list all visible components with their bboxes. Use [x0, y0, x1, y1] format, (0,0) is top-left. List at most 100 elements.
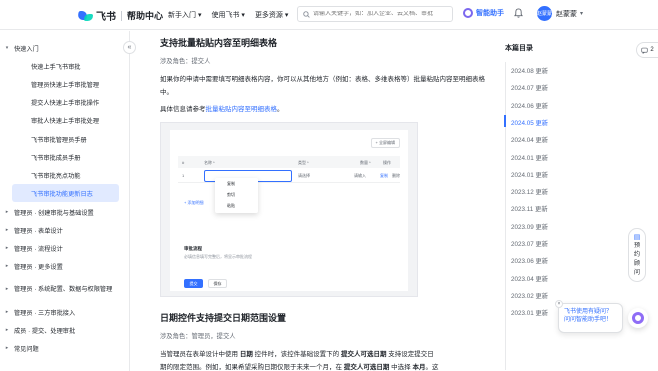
- toc-item[interactable]: 2024.04 更新: [511, 135, 548, 144]
- table-row: 1 请选择 请输入 复制 删除: [178, 169, 400, 183]
- avatar: 赵蒙蒙: [537, 6, 552, 21]
- toc-item[interactable]: 2023.06 更新: [511, 256, 548, 265]
- search-icon: [303, 10, 310, 18]
- sidebar-group[interactable]: ▸ 常见问题: [0, 339, 130, 357]
- sidebar-group[interactable]: ▸ 管理员 · 流程设计: [0, 239, 130, 257]
- top-header: 飞书 帮助中心 新手入门 ▾ 使用飞书 ▾ 更多资源 ▾ 智能助手 赵蒙蒙 赵蒙…: [0, 0, 658, 30]
- toc-item[interactable]: 2023.04 更新: [511, 274, 548, 283]
- sidebar-item[interactable]: 飞书审批管理员手册: [0, 130, 130, 148]
- comment-count-button[interactable]: 2: [636, 42, 658, 58]
- smart-assistant-button[interactable]: 智能助手: [463, 8, 504, 18]
- sidebar-group[interactable]: ▸ 成员 · 提交、处理审批: [0, 321, 130, 339]
- top-nav: 新手入门 ▾ 使用飞书 ▾ 更多资源 ▾: [168, 10, 288, 20]
- sidebar-group[interactable]: ▸ 管理员 · 表单设计: [0, 221, 130, 239]
- sidebar-group-quickstart[interactable]: ▾ 快速入门: [0, 39, 130, 57]
- sidebar-group[interactable]: ▸ 管理员 · 系统配置、数据与权限管理: [0, 277, 130, 301]
- toc-item[interactable]: 2024.06 更新: [511, 101, 548, 110]
- sidebar-item[interactable]: 飞书审批亮点功能: [0, 166, 130, 184]
- context-menu-item: 剪切: [227, 192, 235, 197]
- section-title: 支持批量粘贴内容至明细表格: [160, 38, 278, 48]
- paragraph: 如果你的申请中需要填写明细表格内容，你可以从其他地方（例如：表格、多维表格等）批…: [160, 76, 485, 96]
- table-header: # 名称 * 类型 * 数量 * 操作: [178, 156, 400, 168]
- sidebar-group-label: 管理员 · 流程设计: [14, 245, 63, 253]
- table-cell: 1: [182, 173, 185, 178]
- table-cell: 请输入: [354, 173, 366, 178]
- section-title: 日期控件支持提交日期范围设置: [160, 313, 287, 323]
- chevron-right-icon: ▸: [5, 345, 9, 351]
- user-name: 赵蒙蒙: [556, 10, 577, 18]
- sidebar-group-label: 管理员 · 三方审批接入: [14, 309, 76, 317]
- toc-item[interactable]: 2024.01 更新: [511, 170, 548, 179]
- toc-item[interactable]: 2023.11 更新: [511, 204, 548, 213]
- sidebar-group-label: 成员 · 提交、处理审批: [14, 327, 76, 335]
- toc-item[interactable]: 2023.01 更新: [511, 308, 548, 317]
- submit-button: 提交: [184, 279, 203, 288]
- clipboard-icon: ▤: [633, 234, 641, 241]
- toc-rail: [505, 62, 506, 370]
- assistant-bubble[interactable]: × 飞书使用有疑问？问问智能助手吧！: [555, 300, 623, 333]
- toc-item[interactable]: 2023.07 更新: [511, 239, 548, 248]
- table-col: 操作: [383, 160, 391, 165]
- search-input[interactable]: [312, 11, 452, 17]
- chevron-right-icon: ▸: [5, 245, 9, 251]
- sidebar-item[interactable]: 管理员快速上手审批管理: [0, 75, 130, 93]
- chat-icon: [641, 47, 648, 54]
- sidebar: ▾ 快速入门 快速上手飞书审批 管理员快速上手审批管理 提交人快速上手审批操作 …: [0, 31, 130, 371]
- text-bold: 日期: [239, 351, 253, 358]
- context-menu: 复制 剪切 粘贴: [215, 178, 258, 213]
- toc-item[interactable]: 2024.01 更新: [511, 153, 548, 162]
- role-meta: 涉及角色：提交人: [160, 58, 211, 65]
- table-col: 类型 *: [298, 160, 309, 165]
- sidebar-item[interactable]: 审批人快速上手审批处理: [0, 111, 130, 129]
- paragraph: 具体信息请参考批量粘贴内容至明细表格。: [160, 103, 490, 116]
- table-col: 名称 *: [204, 160, 215, 165]
- article-section-1: 支持批量粘贴内容至明细表格 涉及角色：提交人 如果你的申请中需要填写明细表格内容…: [160, 36, 490, 116]
- sidebar-item[interactable]: 飞书审批成员手册: [0, 148, 130, 166]
- double-chevron-left-icon: «: [127, 44, 132, 51]
- save-button: 保存: [208, 279, 227, 288]
- sidebar-group-label: 常见问题: [14, 345, 39, 353]
- chevron-right-icon: ▸: [5, 263, 9, 269]
- sidebar-item[interactable]: 快速上手飞书审批: [0, 57, 130, 75]
- toc-item[interactable]: 2023.02 更新: [511, 291, 548, 300]
- fullscreen-edit-button: + 全屏编辑: [370, 138, 400, 148]
- sidebar-group-label: 管理员 · 更多设置: [14, 263, 63, 271]
- collapse-sidebar-button[interactable]: «: [123, 41, 136, 54]
- doc-link[interactable]: 批量粘贴内容至明细表格: [206, 106, 278, 113]
- toc-item[interactable]: 2024.08 更新: [511, 66, 548, 75]
- sidebar-item[interactable]: 提交人快速上手审批操作: [0, 93, 130, 111]
- user-menu[interactable]: 赵蒙蒙 赵蒙蒙 ▾: [537, 6, 583, 21]
- article-section-2: 日期控件支持提交日期范围设置 涉及角色：管理员，提交人 当管理员在表单设计中使用…: [160, 311, 500, 371]
- article-screenshot: + 全屏编辑 # 名称 * 类型 * 数量 * 操作 1 请选择 请输入 复制 …: [160, 122, 418, 297]
- flow-title: 审批流程: [184, 246, 202, 251]
- assistant-icon: [463, 8, 473, 18]
- toc-item[interactable]: 2023.12 更新: [511, 187, 548, 196]
- nav-using-feishu[interactable]: 使用飞书 ▾: [211, 10, 244, 20]
- feishu-logo[interactable]: 飞书 帮助中心: [77, 8, 164, 23]
- toc-item[interactable]: 2024.07 更新: [511, 83, 548, 92]
- consultant-button[interactable]: ▤ 预约顾问: [628, 228, 646, 282]
- toc-item[interactable]: 2023.09 更新: [511, 222, 548, 231]
- table-col: #: [182, 160, 185, 165]
- sidebar-group[interactable]: ▸ 管理员 · 更多设置: [0, 257, 130, 275]
- sidebar-item-active[interactable]: 飞书审批功能更新日志: [12, 184, 119, 202]
- bell-icon[interactable]: [514, 8, 523, 20]
- nav-more-resources[interactable]: 更多资源 ▾: [255, 10, 288, 20]
- sidebar-group[interactable]: ▸ 管理员 · 三方审批接入: [0, 303, 130, 321]
- chevron-right-icon: ▸: [5, 309, 9, 315]
- table-cell: 删除: [392, 173, 400, 178]
- assistant-orb-button[interactable]: [628, 308, 648, 328]
- nav-getting-started[interactable]: 新手入门 ▾: [168, 10, 201, 20]
- chevron-right-icon: ▸: [5, 209, 9, 215]
- toc-item[interactable]: 2024.05 更新: [511, 118, 548, 127]
- sidebar-group-label: 管理员 · 表单设计: [14, 227, 63, 235]
- table-of-contents: 本篇目录: [505, 43, 585, 62]
- sidebar-group[interactable]: ▸ 管理员 · 创建审批与基础设置: [0, 203, 130, 221]
- table-col: 数量 *: [360, 160, 371, 165]
- help-center-title: 帮助中心: [127, 11, 164, 21]
- search-box[interactable]: [297, 6, 453, 22]
- close-icon[interactable]: ×: [555, 300, 563, 308]
- table-cell: 请选择: [298, 173, 310, 178]
- toc-title: 本篇目录: [505, 45, 533, 52]
- chevron-right-icon: ▸: [5, 227, 9, 233]
